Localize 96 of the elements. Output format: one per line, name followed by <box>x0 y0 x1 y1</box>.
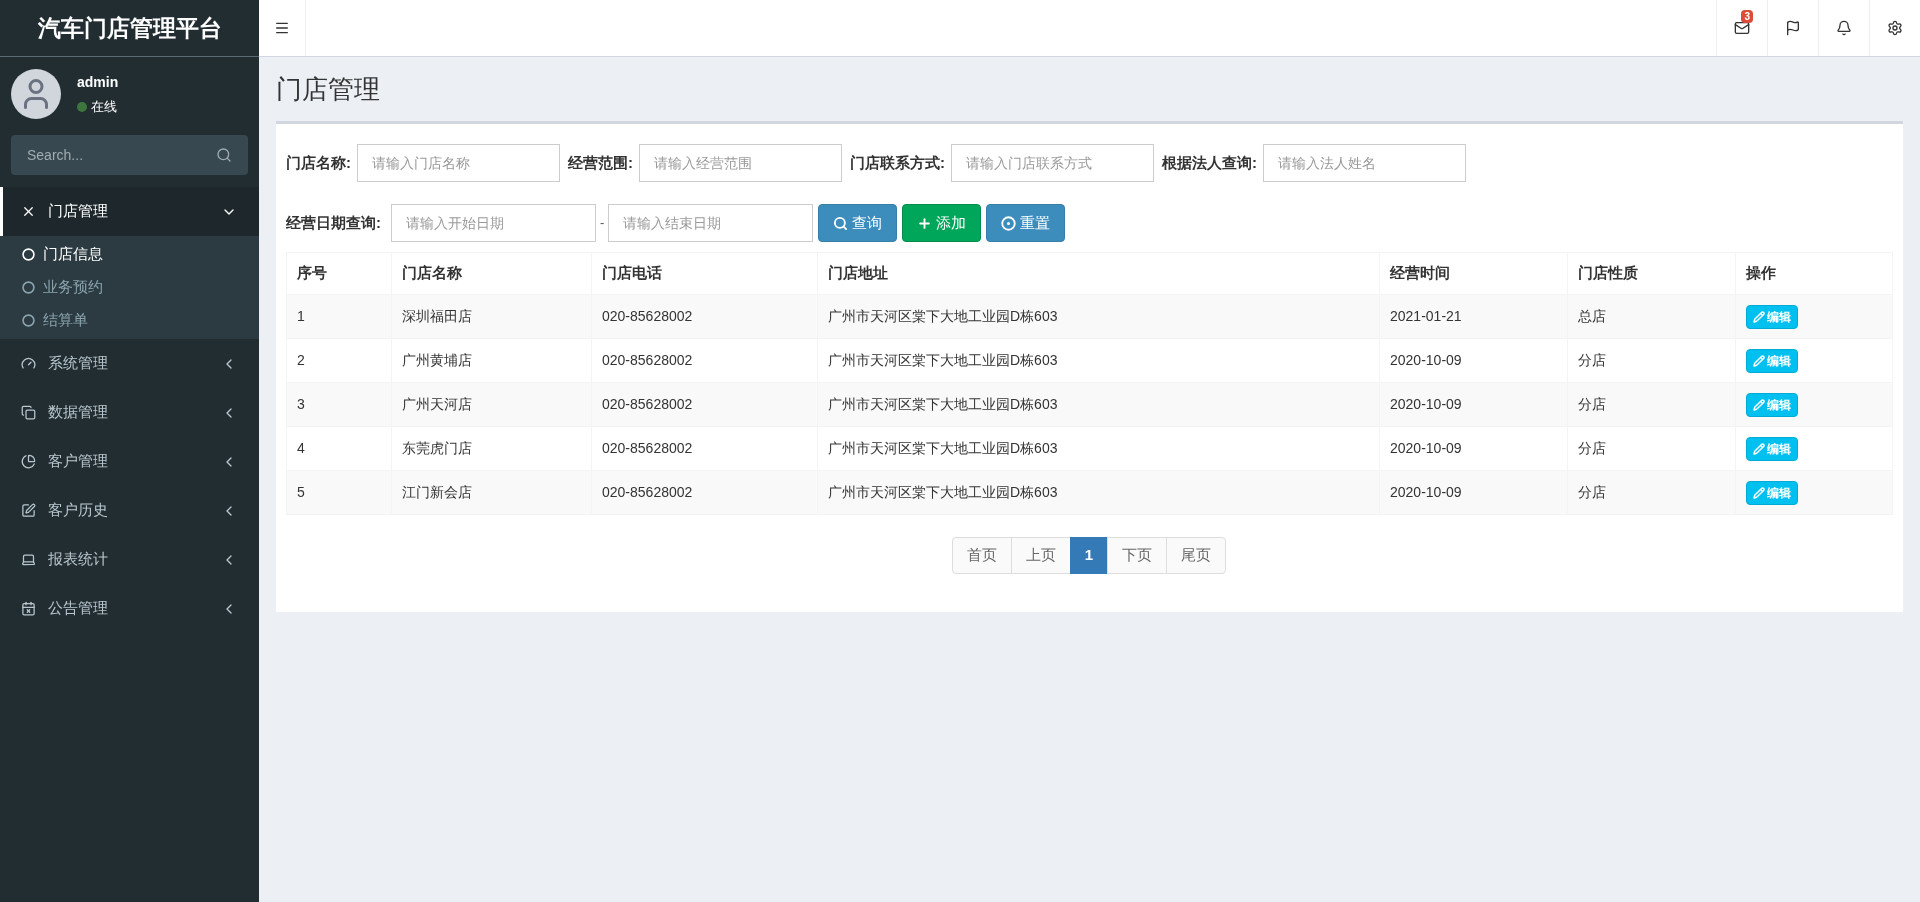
table-cell: 东莞虎门店 <box>391 426 592 471</box>
table-cell: 020-85628002 <box>591 294 818 339</box>
page-button[interactable]: 下页 <box>1107 537 1168 574</box>
table-cell: 分店 <box>1567 382 1736 427</box>
submenu-item[interactable]: 业务预约 <box>0 271 259 304</box>
menu-icon <box>274 20 290 36</box>
column-header: 序号 <box>286 252 392 295</box>
target-icon <box>1001 215 1017 231</box>
menu-item[interactable]: 客户管理 <box>0 437 259 486</box>
filter-label: 根据法人查询: <box>1162 152 1257 173</box>
table-cell: 2021-01-21 <box>1379 294 1568 339</box>
end-date-field[interactable]: 请输入结束日期 <box>608 204 814 242</box>
bell-icon <box>1836 20 1852 36</box>
pie-chart-icon <box>21 454 36 469</box>
add-button[interactable]: 添加 <box>902 204 982 242</box>
table-cell: 3 <box>286 382 392 427</box>
column-header: 门店性质 <box>1567 252 1736 295</box>
search-button[interactable]: 查询 <box>818 204 898 242</box>
table-cell: 5 <box>286 470 392 515</box>
menu-item[interactable]: 数据管理 <box>0 388 259 437</box>
laptop-icon <box>21 552 36 567</box>
column-header: 门店电话 <box>591 252 818 295</box>
table-cell: 2020-10-09 <box>1379 338 1568 383</box>
copy-icon <box>21 405 36 420</box>
table-cell: 江门新会店 <box>391 470 592 515</box>
mail-count-badge: 3 <box>1741 10 1753 23</box>
plus-icon <box>917 215 933 231</box>
table-cell: 分店 <box>1567 470 1736 515</box>
menu-item[interactable]: 系统管理 <box>0 339 259 388</box>
menu-item[interactable]: 客户历史 <box>0 486 259 535</box>
table-cell: 2 <box>286 338 392 383</box>
settings-icon <box>1887 20 1903 36</box>
cross-icon <box>21 204 36 219</box>
circle-icon <box>22 281 35 294</box>
table-cell: 广州黄埔店 <box>391 338 592 383</box>
column-header: 经营时间 <box>1379 252 1568 295</box>
page-button[interactable]: 上页 <box>1010 537 1071 574</box>
table-cell: 广州市天河区棠下大地工业园D栋603 <box>817 338 1380 383</box>
filter-label: 门店名称: <box>286 152 351 173</box>
edit-icon <box>21 503 36 518</box>
status-text: 在线 <box>91 97 117 116</box>
table-cell: 深圳福田店 <box>391 294 592 339</box>
search-icon[interactable] <box>216 147 232 163</box>
submenu-item[interactable]: 门店信息 <box>0 238 259 271</box>
user-name: admin <box>77 72 119 92</box>
table-cell: 广州市天河区棠下大地工业园D栋603 <box>817 382 1380 427</box>
table-cell: 广州市天河区棠下大地工业园D栋603 <box>817 426 1380 471</box>
table-cell: 广州市天河区棠下大地工业园D栋603 <box>817 294 1380 339</box>
page-button[interactable]: 尾页 <box>1166 537 1227 574</box>
table-cell: 020-85628002 <box>591 382 818 427</box>
page-button[interactable]: 首页 <box>951 537 1012 574</box>
column-header: 门店名称 <box>391 252 592 295</box>
filter-label: 门店联系方式: <box>850 152 945 173</box>
sidebar-search-field[interactable]: Search... <box>11 135 248 175</box>
table-cell: 分店 <box>1567 338 1736 383</box>
reset-button[interactable]: 重置 <box>986 204 1066 242</box>
table-cell: 4 <box>286 426 392 471</box>
menu-item[interactable]: 报表统计 <box>0 535 259 584</box>
table-cell: 广州市天河区棠下大地工业园D栋603 <box>817 470 1380 515</box>
table-cell: 020-85628002 <box>591 470 818 515</box>
column-header: 操作 <box>1735 252 1893 295</box>
menu-item[interactable]: 门店管理 <box>0 187 259 236</box>
table-cell: 2020-10-09 <box>1379 470 1568 515</box>
table-cell: 广州天河店 <box>391 382 592 427</box>
pencil-icon <box>1753 354 1765 367</box>
circle-icon <box>22 314 35 327</box>
pencil-icon <box>1753 310 1765 323</box>
column-header: 门店地址 <box>817 252 1380 295</box>
date-separator: - <box>600 214 605 233</box>
filter-field[interactable]: 请输入门店名称 <box>357 144 560 182</box>
page-title: 门店管理 <box>276 73 381 106</box>
envelope-icon <box>1734 20 1750 36</box>
menu-item[interactable]: 公告管理 <box>0 584 259 633</box>
table-cell: 总店 <box>1567 294 1736 339</box>
table-cell: 2020-10-09 <box>1379 426 1568 471</box>
table-cell: 020-85628002 <box>591 426 818 471</box>
pencil-icon <box>1753 486 1765 499</box>
pencil-icon <box>1753 398 1765 411</box>
filter-label: 经营日期查询: <box>286 212 381 233</box>
search-icon <box>833 215 849 231</box>
filter-field[interactable]: 请输入门店联系方式 <box>951 144 1154 182</box>
filter-label: 经营范围: <box>568 152 633 173</box>
circle-icon <box>22 248 35 261</box>
table-cell: 分店 <box>1567 426 1736 471</box>
table-cell: 2020-10-09 <box>1379 382 1568 427</box>
submenu-item[interactable]: 结算单 <box>0 304 259 337</box>
mail-button[interactable]: 3 <box>1716 0 1767 56</box>
gauge-icon <box>21 356 36 371</box>
filter-field[interactable]: 请输入法人姓名 <box>1263 144 1466 182</box>
filter-field[interactable]: 请输入经营范围 <box>639 144 842 182</box>
flag-icon <box>1785 20 1801 36</box>
pencil-icon <box>1753 442 1765 455</box>
start-date-field[interactable]: 请输入开始日期 <box>391 204 596 242</box>
table-cell: 020-85628002 <box>591 338 818 383</box>
table-cell: 1 <box>286 294 392 339</box>
calendar-icon <box>21 601 36 616</box>
